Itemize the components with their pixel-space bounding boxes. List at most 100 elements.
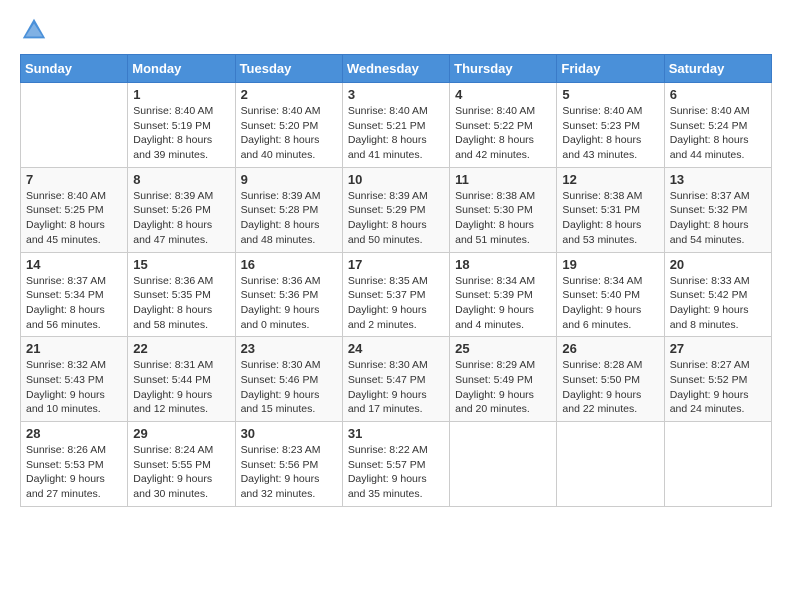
day-cell: 17 Sunrise: 8:35 AMSunset: 5:37 PMDaylig… — [342, 252, 449, 337]
day-info: Sunrise: 8:40 AMSunset: 5:22 PMDaylight:… — [455, 104, 551, 163]
day-number: 17 — [348, 257, 444, 272]
week-row-4: 21 Sunrise: 8:32 AMSunset: 5:43 PMDaylig… — [21, 337, 772, 422]
day-info: Sunrise: 8:34 AMSunset: 5:40 PMDaylight:… — [562, 274, 658, 333]
day-cell: 31 Sunrise: 8:22 AMSunset: 5:57 PMDaylig… — [342, 422, 449, 507]
day-number: 28 — [26, 426, 122, 441]
day-number: 2 — [241, 87, 337, 102]
day-number: 23 — [241, 341, 337, 356]
day-number: 20 — [670, 257, 766, 272]
day-cell: 29 Sunrise: 8:24 AMSunset: 5:55 PMDaylig… — [128, 422, 235, 507]
day-info: Sunrise: 8:30 AMSunset: 5:46 PMDaylight:… — [241, 358, 337, 417]
day-cell: 3 Sunrise: 8:40 AMSunset: 5:21 PMDayligh… — [342, 83, 449, 168]
day-info: Sunrise: 8:34 AMSunset: 5:39 PMDaylight:… — [455, 274, 551, 333]
day-info: Sunrise: 8:33 AMSunset: 5:42 PMDaylight:… — [670, 274, 766, 333]
day-info: Sunrise: 8:40 AMSunset: 5:21 PMDaylight:… — [348, 104, 444, 163]
day-number: 31 — [348, 426, 444, 441]
day-cell: 28 Sunrise: 8:26 AMSunset: 5:53 PMDaylig… — [21, 422, 128, 507]
day-info: Sunrise: 8:38 AMSunset: 5:31 PMDaylight:… — [562, 189, 658, 248]
day-cell: 10 Sunrise: 8:39 AMSunset: 5:29 PMDaylig… — [342, 167, 449, 252]
day-cell: 8 Sunrise: 8:39 AMSunset: 5:26 PMDayligh… — [128, 167, 235, 252]
day-info: Sunrise: 8:30 AMSunset: 5:47 PMDaylight:… — [348, 358, 444, 417]
day-number: 10 — [348, 172, 444, 187]
day-number: 14 — [26, 257, 122, 272]
day-info: Sunrise: 8:40 AMSunset: 5:20 PMDaylight:… — [241, 104, 337, 163]
day-info: Sunrise: 8:26 AMSunset: 5:53 PMDaylight:… — [26, 443, 122, 502]
day-cell: 5 Sunrise: 8:40 AMSunset: 5:23 PMDayligh… — [557, 83, 664, 168]
week-row-3: 14 Sunrise: 8:37 AMSunset: 5:34 PMDaylig… — [21, 252, 772, 337]
day-number: 4 — [455, 87, 551, 102]
week-row-1: 1 Sunrise: 8:40 AMSunset: 5:19 PMDayligh… — [21, 83, 772, 168]
day-number: 5 — [562, 87, 658, 102]
day-info: Sunrise: 8:22 AMSunset: 5:57 PMDaylight:… — [348, 443, 444, 502]
day-info: Sunrise: 8:23 AMSunset: 5:56 PMDaylight:… — [241, 443, 337, 502]
day-cell — [450, 422, 557, 507]
day-info: Sunrise: 8:40 AMSunset: 5:25 PMDaylight:… — [26, 189, 122, 248]
page-header — [20, 16, 772, 44]
day-number: 1 — [133, 87, 229, 102]
day-number: 24 — [348, 341, 444, 356]
day-cell: 22 Sunrise: 8:31 AMSunset: 5:44 PMDaylig… — [128, 337, 235, 422]
day-number: 3 — [348, 87, 444, 102]
day-number: 19 — [562, 257, 658, 272]
day-info: Sunrise: 8:24 AMSunset: 5:55 PMDaylight:… — [133, 443, 229, 502]
day-number: 21 — [26, 341, 122, 356]
day-info: Sunrise: 8:36 AMSunset: 5:35 PMDaylight:… — [133, 274, 229, 333]
day-cell: 12 Sunrise: 8:38 AMSunset: 5:31 PMDaylig… — [557, 167, 664, 252]
day-cell: 18 Sunrise: 8:34 AMSunset: 5:39 PMDaylig… — [450, 252, 557, 337]
week-row-2: 7 Sunrise: 8:40 AMSunset: 5:25 PMDayligh… — [21, 167, 772, 252]
header-saturday: Saturday — [664, 55, 771, 83]
day-cell: 19 Sunrise: 8:34 AMSunset: 5:40 PMDaylig… — [557, 252, 664, 337]
day-info: Sunrise: 8:36 AMSunset: 5:36 PMDaylight:… — [241, 274, 337, 333]
day-number: 11 — [455, 172, 551, 187]
header-wednesday: Wednesday — [342, 55, 449, 83]
header-tuesday: Tuesday — [235, 55, 342, 83]
day-number: 26 — [562, 341, 658, 356]
calendar-header-row: SundayMondayTuesdayWednesdayThursdayFrid… — [21, 55, 772, 83]
day-info: Sunrise: 8:29 AMSunset: 5:49 PMDaylight:… — [455, 358, 551, 417]
day-cell: 13 Sunrise: 8:37 AMSunset: 5:32 PMDaylig… — [664, 167, 771, 252]
day-info: Sunrise: 8:37 AMSunset: 5:32 PMDaylight:… — [670, 189, 766, 248]
day-number: 15 — [133, 257, 229, 272]
day-cell: 2 Sunrise: 8:40 AMSunset: 5:20 PMDayligh… — [235, 83, 342, 168]
day-number: 13 — [670, 172, 766, 187]
day-info: Sunrise: 8:40 AMSunset: 5:19 PMDaylight:… — [133, 104, 229, 163]
day-info: Sunrise: 8:31 AMSunset: 5:44 PMDaylight:… — [133, 358, 229, 417]
header-sunday: Sunday — [21, 55, 128, 83]
day-number: 25 — [455, 341, 551, 356]
day-number: 12 — [562, 172, 658, 187]
logo — [20, 16, 52, 44]
day-info: Sunrise: 8:38 AMSunset: 5:30 PMDaylight:… — [455, 189, 551, 248]
day-cell: 6 Sunrise: 8:40 AMSunset: 5:24 PMDayligh… — [664, 83, 771, 168]
day-number: 16 — [241, 257, 337, 272]
day-info: Sunrise: 8:40 AMSunset: 5:23 PMDaylight:… — [562, 104, 658, 163]
day-info: Sunrise: 8:37 AMSunset: 5:34 PMDaylight:… — [26, 274, 122, 333]
week-row-5: 28 Sunrise: 8:26 AMSunset: 5:53 PMDaylig… — [21, 422, 772, 507]
header-thursday: Thursday — [450, 55, 557, 83]
day-number: 30 — [241, 426, 337, 441]
logo-icon — [20, 16, 48, 44]
day-cell — [21, 83, 128, 168]
day-cell: 16 Sunrise: 8:36 AMSunset: 5:36 PMDaylig… — [235, 252, 342, 337]
day-cell — [664, 422, 771, 507]
day-number: 7 — [26, 172, 122, 187]
day-cell: 7 Sunrise: 8:40 AMSunset: 5:25 PMDayligh… — [21, 167, 128, 252]
header-friday: Friday — [557, 55, 664, 83]
day-cell: 1 Sunrise: 8:40 AMSunset: 5:19 PMDayligh… — [128, 83, 235, 168]
day-cell — [557, 422, 664, 507]
calendar-table: SundayMondayTuesdayWednesdayThursdayFrid… — [20, 54, 772, 507]
day-info: Sunrise: 8:39 AMSunset: 5:26 PMDaylight:… — [133, 189, 229, 248]
day-number: 6 — [670, 87, 766, 102]
day-cell: 27 Sunrise: 8:27 AMSunset: 5:52 PMDaylig… — [664, 337, 771, 422]
day-info: Sunrise: 8:35 AMSunset: 5:37 PMDaylight:… — [348, 274, 444, 333]
day-number: 18 — [455, 257, 551, 272]
day-info: Sunrise: 8:39 AMSunset: 5:29 PMDaylight:… — [348, 189, 444, 248]
day-cell: 20 Sunrise: 8:33 AMSunset: 5:42 PMDaylig… — [664, 252, 771, 337]
header-monday: Monday — [128, 55, 235, 83]
day-info: Sunrise: 8:28 AMSunset: 5:50 PMDaylight:… — [562, 358, 658, 417]
day-number: 27 — [670, 341, 766, 356]
day-number: 9 — [241, 172, 337, 187]
day-number: 8 — [133, 172, 229, 187]
day-number: 22 — [133, 341, 229, 356]
day-cell: 24 Sunrise: 8:30 AMSunset: 5:47 PMDaylig… — [342, 337, 449, 422]
day-cell: 30 Sunrise: 8:23 AMSunset: 5:56 PMDaylig… — [235, 422, 342, 507]
